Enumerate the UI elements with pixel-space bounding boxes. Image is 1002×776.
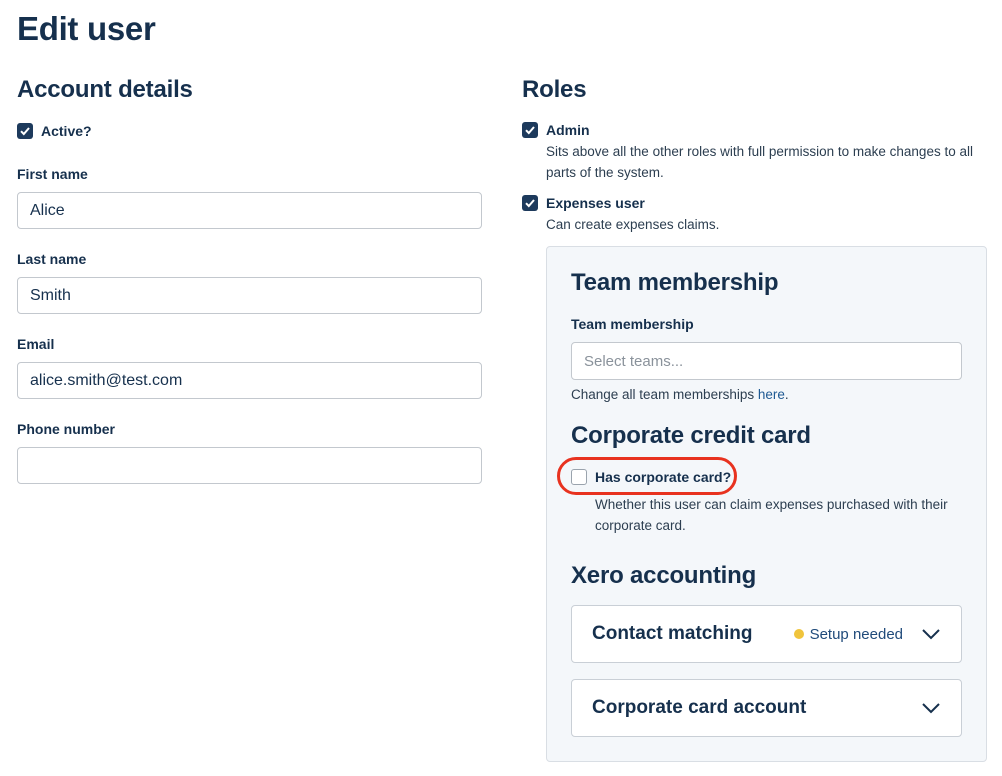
expenses-user-label: Expenses user bbox=[546, 195, 645, 211]
corporate-card-label: Has corporate card? bbox=[595, 469, 732, 485]
last-name-input[interactable] bbox=[17, 277, 482, 314]
corporate-card-account-accordion[interactable]: Corporate card account bbox=[571, 679, 962, 737]
chevron-down-icon[interactable] bbox=[921, 628, 941, 640]
contact-matching-accordion[interactable]: Contact matching Setup needed bbox=[571, 605, 962, 663]
admin-checkbox[interactable] bbox=[522, 122, 538, 138]
corporate-card-heading: Corporate credit card bbox=[571, 422, 811, 449]
corporate-card-checkbox[interactable] bbox=[571, 469, 587, 485]
check-icon bbox=[20, 127, 30, 136]
corporate-card-row[interactable]: Has corporate card? bbox=[571, 469, 731, 485]
active-checkbox-row[interactable]: Active? bbox=[17, 123, 92, 139]
roles-heading: Roles bbox=[522, 76, 587, 103]
corporate-card-description-cont: corporate card. bbox=[595, 518, 686, 533]
status-dot-icon bbox=[793, 629, 804, 639]
admin-label: Admin bbox=[546, 122, 590, 138]
role-expenses-row[interactable]: Expenses user bbox=[522, 195, 645, 211]
email-input[interactable] bbox=[17, 362, 482, 399]
phone-label: Phone number bbox=[17, 421, 116, 437]
team-membership-heading: Team membership bbox=[571, 269, 779, 296]
team-help-text: Change all team memberships here. bbox=[571, 387, 789, 402]
last-name-label: Last name bbox=[17, 251, 87, 267]
check-icon bbox=[525, 199, 535, 208]
first-name-label: First name bbox=[17, 166, 88, 182]
admin-description: Sits above all the other roles with full… bbox=[546, 144, 973, 159]
team-select-input[interactable] bbox=[571, 342, 962, 380]
xero-heading: Xero accounting bbox=[571, 562, 757, 589]
role-admin-row[interactable]: Admin bbox=[522, 122, 590, 138]
status-text: Setup needed bbox=[809, 625, 903, 643]
expenses-user-checkbox[interactable] bbox=[522, 195, 538, 211]
team-help-suffix: . bbox=[784, 387, 789, 402]
team-help-link[interactable]: here bbox=[758, 387, 785, 402]
team-membership-label: Team membership bbox=[571, 316, 694, 332]
team-help-prefix: Change all team memberships bbox=[571, 387, 758, 402]
chevron-down-icon[interactable] bbox=[921, 702, 941, 714]
check-icon bbox=[525, 126, 535, 135]
contact-matching-title: Contact matching bbox=[592, 623, 753, 644]
active-checkbox[interactable] bbox=[17, 123, 33, 139]
first-name-input[interactable] bbox=[17, 192, 482, 229]
active-label: Active? bbox=[41, 123, 92, 139]
status-badge: Setup needed bbox=[793, 625, 903, 643]
account-details-heading: Account details bbox=[17, 76, 193, 103]
corporate-card-description: Whether this user can claim expenses pur… bbox=[595, 497, 948, 512]
corporate-card-account-title: Corporate card account bbox=[592, 697, 807, 718]
phone-input[interactable] bbox=[17, 447, 482, 484]
admin-description-cont: parts of the system. bbox=[546, 165, 664, 180]
expenses-user-description: Can create expenses claims. bbox=[546, 217, 720, 232]
email-label: Email bbox=[17, 336, 55, 352]
page-title: Edit user bbox=[17, 10, 156, 47]
